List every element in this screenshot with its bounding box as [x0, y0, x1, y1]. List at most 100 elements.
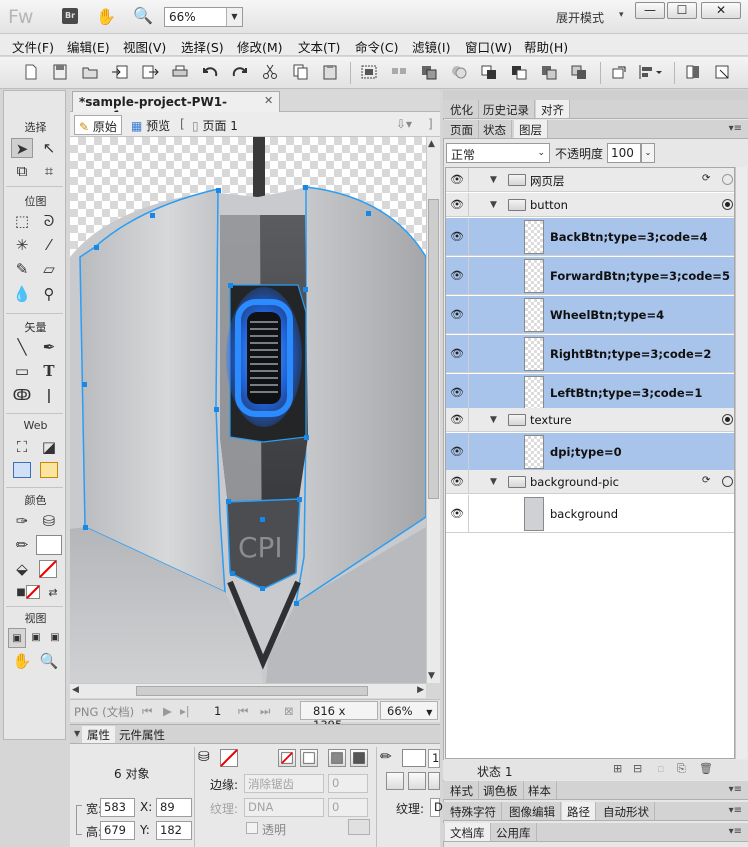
fill-color-icon[interactable]: ⬙	[11, 559, 33, 579]
view-original-tab[interactable]: ✎ 原始	[74, 115, 122, 135]
menu-view[interactable]: 视图(V)	[123, 37, 166, 56]
fill-bucket-icon[interactable]: ⛁	[198, 749, 210, 765]
document-size-button[interactable]: 816 x 1395	[300, 701, 378, 732]
next-frame-icon[interactable]: ⏭	[260, 704, 270, 719]
stroke-align-inside-button[interactable]	[386, 772, 404, 790]
close-icon[interactable]: ✕	[264, 94, 273, 107]
tab-align[interactable]: 对齐	[536, 100, 570, 118]
new-file-icon[interactable]	[22, 64, 40, 80]
fill-gradient-button[interactable]	[328, 749, 346, 767]
prev-frame-icon[interactable]: ⏮	[238, 704, 248, 719]
layer-row-leftbtn[interactable]: 👁 LeftBtn;type=3;code=1	[446, 374, 734, 412]
send-backward-icon[interactable]	[540, 64, 558, 80]
swap-colors-icon[interactable]: ⇄	[42, 583, 64, 603]
tab-symbol-properties[interactable]: 元件属性	[114, 726, 170, 743]
tab-special-characters[interactable]: 特殊字符	[445, 802, 502, 820]
save-icon[interactable]	[51, 64, 69, 80]
blur-tool-icon[interactable]: 💧	[11, 284, 33, 304]
collapse-icon[interactable]: ▼	[74, 729, 80, 738]
texture-amount-field[interactable]: 0	[328, 798, 368, 817]
magic-wand-tool-icon[interactable]: ✳	[11, 235, 33, 255]
hand-tool-icon[interactable]: ✋	[96, 7, 116, 26]
menu-modify[interactable]: 修改(M)	[237, 37, 283, 56]
crop-tool-icon[interactable]: ⌗	[38, 161, 60, 181]
eye-icon[interactable]: 👁	[448, 347, 466, 360]
scale-tool-icon[interactable]: ⧉	[11, 161, 33, 181]
menu-select[interactable]: 选择(S)	[181, 37, 224, 56]
brush-tool-icon[interactable]: ⁄	[38, 235, 60, 255]
stroke-color-swatch[interactable]	[402, 749, 426, 767]
edge-select[interactable]: 消除锯齿	[244, 774, 324, 793]
maximize-button[interactable]: ☐	[667, 2, 697, 19]
stop-icon[interactable]: ⊠	[284, 704, 294, 718]
workspace-mode-select[interactable]: 展开模式	[556, 9, 604, 26]
tab-path[interactable]: 路径	[562, 802, 596, 820]
layer-row-button[interactable]: 👁 ▼ button	[446, 193, 734, 217]
edge-amount-field[interactable]: 0	[328, 774, 368, 793]
play-icon[interactable]: ▶	[163, 704, 172, 718]
panel-menu-icon[interactable]: ▾≡	[729, 805, 742, 816]
document-tab[interactable]: *sample-project-PW1-grey.fw.png	[72, 91, 280, 123]
layer-target-icon[interactable]	[722, 476, 733, 487]
canvas-horizontal-scrollbar[interactable]: ◀ ▶	[70, 683, 426, 698]
tab-common-library[interactable]: 公用库	[491, 823, 537, 841]
hide-slices-icon[interactable]	[13, 462, 31, 478]
tab-pages[interactable]: 页面	[445, 120, 479, 138]
rotate-icon[interactable]	[610, 64, 628, 80]
tab-image-edit[interactable]: 图像编辑	[504, 802, 561, 820]
stroke-pencil-icon[interactable]: ✏	[380, 749, 392, 765]
texture-select[interactable]: DNA	[244, 798, 324, 817]
eyedropper-tool-icon[interactable]: ✑	[11, 511, 33, 531]
transparent-checkbox[interactable]	[246, 822, 258, 834]
scroll-thumb[interactable]	[136, 686, 368, 696]
layer-row-backbtn[interactable]: 👁 BackBtn;type=3;code=4	[446, 218, 734, 256]
freeform-tool-icon[interactable]: ↂ	[11, 385, 33, 405]
share-layer-icon[interactable]: ⟳	[702, 173, 710, 184]
view-preview-tab[interactable]: ▦ 预览	[127, 115, 174, 135]
layer-target-icon[interactable]	[722, 414, 733, 425]
collapse-triangle-icon[interactable]: ▼	[490, 415, 497, 425]
menu-edit[interactable]: 编辑(E)	[67, 37, 110, 56]
text-tool-icon[interactable]: T	[38, 361, 60, 381]
eye-icon[interactable]: 👁	[448, 308, 466, 321]
menu-window[interactable]: 窗口(W)	[465, 37, 512, 56]
standard-screen-mode-icon[interactable]: ▣	[8, 628, 26, 648]
share-layer-icon[interactable]: ⟳	[702, 475, 710, 486]
x-field[interactable]: 89	[156, 798, 192, 817]
y-field[interactable]: 182	[156, 821, 192, 840]
canvas-vertical-scrollbar[interactable]: ▲ ▼	[426, 137, 440, 683]
trash-icon[interactable]: 🗑	[699, 762, 713, 775]
tab-history[interactable]: 历史记录	[478, 100, 535, 118]
panel-menu-icon[interactable]: ▾≡	[729, 784, 742, 795]
collapse-triangle-icon[interactable]: ▼	[490, 200, 497, 210]
redo-icon[interactable]	[231, 64, 249, 80]
chevron-down-icon[interactable]: ⌄	[641, 143, 655, 163]
transform-icon[interactable]	[714, 64, 732, 80]
status-zoom-select[interactable]: 66% ▼	[380, 701, 438, 720]
add-mask-icon[interactable]: ▫	[657, 762, 664, 775]
stroke-align-center-button[interactable]	[408, 772, 426, 790]
align-dropdown-icon[interactable]	[638, 64, 664, 80]
stroke-texture-select[interactable]: D	[430, 798, 443, 817]
full-screen-menu-mode-icon[interactable]: ▣	[27, 628, 45, 648]
document-canvas[interactable]: CPI	[70, 137, 426, 683]
layer-row-background-pic[interactable]: 👁 ▼ background-pic ⟳	[446, 470, 734, 494]
minimize-button[interactable]: —	[635, 2, 665, 19]
rubber-stamp-tool-icon[interactable]: ⚲	[38, 284, 60, 304]
slice-tool-icon[interactable]: ◪	[38, 437, 60, 457]
tab-states[interactable]: 状态	[478, 120, 512, 138]
eye-icon[interactable]: 👁	[448, 269, 466, 282]
knife-tool-icon[interactable]: ǀ	[38, 385, 60, 405]
eye-icon[interactable]: 👁	[448, 475, 466, 488]
pen-tool-icon[interactable]: ✒	[38, 337, 60, 357]
layer-row-forwardbtn[interactable]: 👁 ForwardBtn;type=3;code=5	[446, 257, 734, 295]
fill-none-button[interactable]	[278, 749, 296, 767]
menu-file[interactable]: 文件(F)	[12, 37, 54, 56]
scroll-left-icon[interactable]: ◀	[72, 685, 79, 695]
blend-mode-select[interactable]: 正常 ⌄	[446, 143, 550, 163]
page-nav-icon[interactable]: ⇩▾	[392, 115, 416, 135]
pencil-tool-icon[interactable]: ✎	[11, 259, 33, 279]
hotspot-tool-icon[interactable]: ⛶	[11, 437, 33, 457]
hand-tool-icon[interactable]: ✋	[11, 651, 33, 671]
layer-row-texture[interactable]: 👁 ▼ texture	[446, 408, 734, 432]
